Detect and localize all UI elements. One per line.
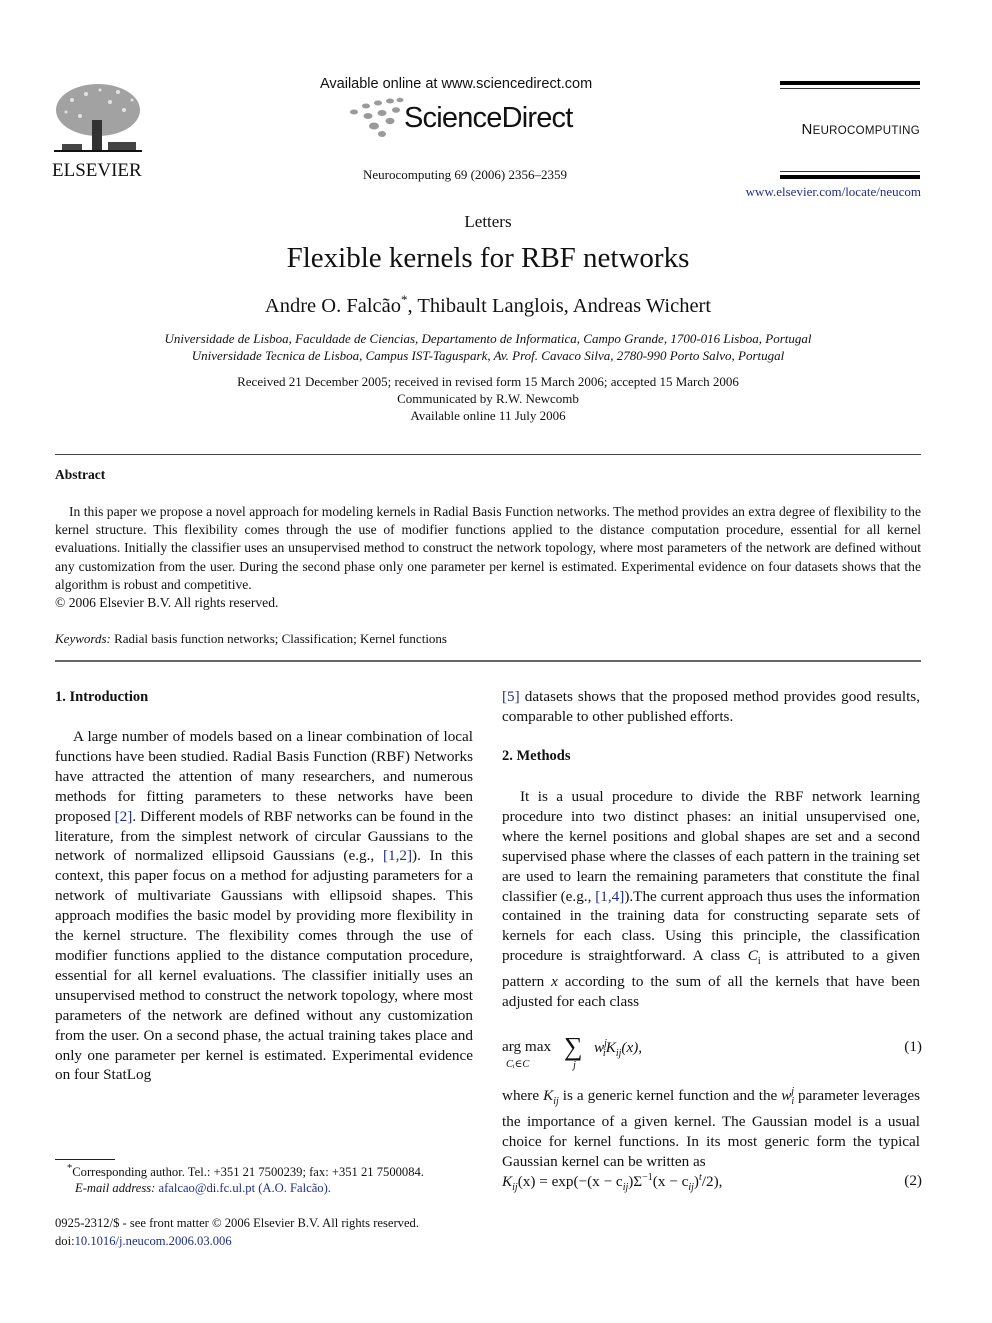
- math-text: (x − c: [652, 1173, 689, 1191]
- math-symbol: K: [502, 1173, 513, 1191]
- citation-link[interactable]: [1,4]: [595, 888, 624, 905]
- footnote-corresponding-author: *Corresponding author. Tel.: +351 21 750…: [55, 1163, 475, 1180]
- math-symbol: K: [543, 1087, 554, 1105]
- citation-link[interactable]: [2]: [115, 808, 133, 825]
- doi: doi:10.1016/j.neucom.2006.03.006: [55, 1234, 232, 1249]
- publisher-name: ELSEVIER: [52, 160, 142, 181]
- section-heading-introduction: 1. Introduction: [55, 689, 149, 705]
- email-link[interactable]: afalcao@di.fc.ul.pt (A.O. Falcão).: [159, 1181, 331, 1195]
- sciencedirect-logo: ScienceDirect: [346, 96, 586, 140]
- affiliation: Universidade Tecnica de Lisboa, Campus I…: [191, 348, 785, 363]
- math-text: /2),: [701, 1173, 723, 1191]
- citation-link[interactable]: [5]: [502, 688, 520, 705]
- argmax-subscript: Cᵢ∈C: [506, 1059, 530, 1070]
- sciencedirect-wordmark: ScienceDirect: [404, 102, 573, 134]
- journal-rule: [780, 175, 920, 179]
- sciencedirect-dots-icon: [350, 97, 404, 137]
- math-superscript: −1: [642, 1172, 653, 1183]
- front-matter: 0925-2312/$ - see front matter © 2006 El…: [55, 1216, 419, 1230]
- journal-reference: Neurocomputing 69 (2006) 2356–2359: [362, 167, 567, 182]
- abstract-copyright: © 2006 Elsevier B.V. All rights reserved…: [55, 595, 279, 610]
- journal-url-link[interactable]: www.elsevier.com/locate/neucom: [700, 184, 921, 200]
- introduction-paragraph-continued: [5] datasets shows that the proposed met…: [502, 687, 920, 727]
- text-run: datasets shows that the proposed method …: [502, 688, 920, 725]
- footnote-email: E-mail address: afalcao@di.fc.ul.pt (A.O…: [75, 1181, 331, 1196]
- citation-link[interactable]: [1,2]: [383, 847, 412, 864]
- section-heading-methods: 2. Methods: [502, 748, 571, 764]
- available-online-text: Available online at www.sciencedirect.co…: [320, 76, 593, 92]
- math-symbol: w: [781, 1087, 792, 1105]
- equation-number: (2): [904, 1172, 922, 1189]
- elsevier-tree-icon: [54, 84, 142, 152]
- divider: [55, 660, 921, 662]
- doi-label: doi:: [55, 1234, 75, 1248]
- math-text: (x) = exp(−(x − c: [517, 1173, 623, 1191]
- divider: [55, 454, 921, 455]
- available-online-date: Available online 11 July 2006: [410, 408, 566, 423]
- abstract-body: In this paper we propose a novel approac…: [55, 504, 921, 592]
- text-run: ). In this context, this paper focus on …: [55, 847, 473, 1084]
- equation-number: (1): [904, 1038, 922, 1055]
- other-authors: , Thibault Langlois, Andreas Wichert: [407, 294, 712, 317]
- journal-name: NEUROCOMPUTING: [752, 121, 920, 138]
- introduction-paragraph: A large number of models based on a line…: [55, 727, 473, 1085]
- dates-received: Received 21 December 2005; received in r…: [237, 374, 739, 389]
- keywords-label: Keywords:: [55, 631, 111, 646]
- math-symbol: C: [747, 947, 758, 965]
- abstract-heading: Abstract: [55, 467, 106, 482]
- journal-rule: [780, 171, 920, 172]
- argmax-operator: arg max: [502, 1038, 552, 1055]
- equation-2-expression: Kij(x) = exp(−(x − cij)Σ−1(x − cij)t/2),: [502, 1172, 723, 1193]
- doi-link[interactable]: 10.1016/j.neucom.2006.03.006: [75, 1234, 232, 1248]
- equation-2: Kij(x) = exp(−(x − cij)Σ−1(x − cij)t/2),…: [502, 1172, 922, 1193]
- paper-title: Flexible kernels for RBF networks: [286, 242, 690, 274]
- authors: Andre O. Falcão*, Thibault Langlois, And…: [0, 292, 976, 318]
- footnote-divider: [55, 1159, 115, 1160]
- methods-paragraph-2: where Kij is a generic kernel function a…: [502, 1082, 920, 1172]
- keywords-list: Radial basis function networks; Classifi…: [114, 631, 447, 646]
- journal-name-initial: N: [801, 121, 813, 138]
- keywords: Keywords: Radial basis function networks…: [55, 631, 447, 647]
- affiliation: Universidade de Lisboa, Faculdade de Cie…: [164, 331, 812, 346]
- sum-symbol: ∑: [564, 1032, 583, 1061]
- equation-1-expression: wjiKij(x),: [594, 1038, 642, 1059]
- section-type: Letters: [464, 212, 512, 231]
- text-run: according to the sum of all the kernels …: [502, 973, 921, 1011]
- journal-rule: [780, 81, 920, 85]
- author-1: Andre O. Falcão: [264, 294, 401, 317]
- sum-subscript: j: [573, 1060, 576, 1071]
- math-text: )Σ: [628, 1173, 643, 1191]
- email-label: E-mail address:: [75, 1181, 156, 1195]
- journal-rule: [780, 88, 920, 89]
- journal-name-rest: EUROCOMPUTING: [812, 125, 920, 137]
- communicated-by: Communicated by R.W. Newcomb: [397, 391, 579, 406]
- math-text: (x),: [621, 1039, 643, 1057]
- text-run: is a generic kernel function and the: [558, 1087, 782, 1105]
- text-run: where: [502, 1087, 544, 1105]
- footnote-text: Corresponding author. Tel.: +351 21 7500…: [72, 1165, 424, 1180]
- equation-1: arg max Cᵢ∈C ∑ j wjiKij(x), (1): [502, 1032, 922, 1080]
- math-symbol: K: [605, 1039, 616, 1057]
- math-symbol: x: [551, 973, 558, 991]
- methods-paragraph: It is a usual procedure to divide the RB…: [502, 787, 920, 1012]
